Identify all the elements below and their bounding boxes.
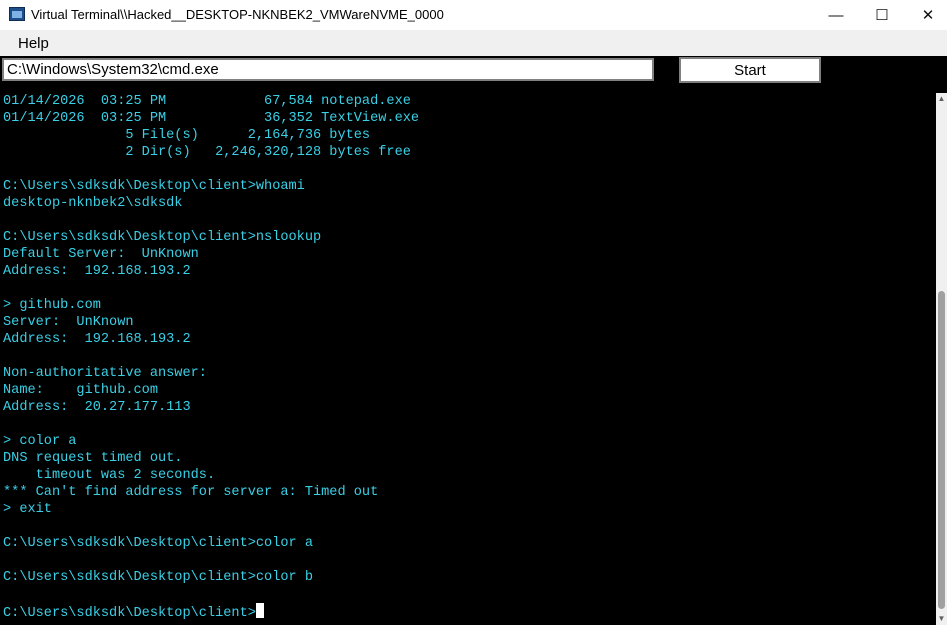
- terminal-app-icon: [9, 7, 25, 21]
- terminal-line-text: Address: 20.27.177.113: [3, 400, 191, 415]
- terminal-line: desktop-nknbek2\sdksdk: [3, 195, 419, 212]
- terminal-line: > exit: [3, 501, 419, 518]
- terminal-line-text: Address: 192.168.193.2: [3, 264, 191, 279]
- terminal-line-text: C:\Users\sdksdk\Desktop\client>: [3, 606, 256, 621]
- minimize-button[interactable]: —: [813, 0, 859, 30]
- terminal-line-text: C:\Users\sdksdk\Desktop\client>nslookup: [3, 230, 322, 245]
- scroll-down-arrow-icon[interactable]: ▼: [936, 613, 947, 625]
- terminal-output[interactable]: 01/14/2026 03:25 PM 67,584 notepad.exe 01…: [0, 93, 936, 625]
- terminal-line-text: 01/14/2026 03:25 PM 67,584 notepad.exe: [3, 94, 411, 109]
- minimize-icon: —: [828, 6, 844, 24]
- terminal-line: C:\Users\sdksdk\Desktop\client>color a: [3, 535, 419, 552]
- terminal-line: *** Can't find address for server a: Tim…: [3, 484, 419, 501]
- scroll-thumb[interactable]: [938, 291, 945, 609]
- title-bar: Virtual Terminal\\Hacked__DESKTOP-NKNBEK…: [0, 0, 947, 30]
- terminal-line: > github.com: [3, 297, 419, 314]
- text-cursor: [255, 603, 264, 618]
- terminal-line: Server: UnKnown: [3, 314, 419, 331]
- terminal-scrollbar[interactable]: ▲ ▼: [936, 93, 947, 625]
- terminal-line-text: Name: github.com: [3, 383, 158, 398]
- terminal-line-text: C:\Users\sdksdk\Desktop\client>color b: [3, 570, 313, 585]
- menu-help[interactable]: Help: [18, 35, 49, 52]
- terminal-line-text: Non-authoritative answer:: [3, 366, 207, 381]
- terminal-line: Address: 192.168.193.2: [3, 263, 419, 280]
- terminal-line: Address: 20.27.177.113: [3, 399, 419, 416]
- terminal-line-text: timeout was 2 seconds.: [3, 468, 216, 483]
- terminal-line-text: DNS request timed out.: [3, 451, 183, 466]
- terminal-line: C:\Users\sdksdk\Desktop\client>: [3, 603, 419, 621]
- terminal-line: Address: 192.168.193.2: [3, 331, 419, 348]
- terminal-line: 01/14/2026 03:25 PM 36,352 TextView.exe: [3, 110, 419, 127]
- terminal-text: 01/14/2026 03:25 PM 67,584 notepad.exe 01…: [3, 93, 419, 621]
- terminal-line-text: > exit: [3, 502, 52, 517]
- menu-bar: Help: [0, 30, 947, 56]
- scroll-up-arrow-icon[interactable]: ▲: [936, 93, 947, 105]
- maximize-button[interactable]: ☐: [859, 0, 905, 30]
- terminal-line-text: Default Server: UnKnown: [3, 247, 199, 262]
- close-icon: ✕: [921, 7, 935, 24]
- terminal-line-text: 2 Dir(s) 2,246,320,128 bytes free: [3, 145, 411, 160]
- terminal-line-text: 01/14/2026 03:25 PM 36,352 TextView.exe: [3, 111, 420, 126]
- terminal-line: DNS request timed out.: [3, 450, 419, 467]
- terminal-line: Non-authoritative answer:: [3, 365, 419, 382]
- terminal-line: C:\Users\sdksdk\Desktop\client>nslookup: [3, 229, 419, 246]
- terminal-line-text: C:\Users\sdksdk\Desktop\client>whoami: [3, 179, 305, 194]
- terminal-line: C:\Users\sdksdk\Desktop\client>whoami: [3, 178, 419, 195]
- terminal-line: 5 File(s) 2,164,736 bytes: [3, 127, 419, 144]
- command-path-input[interactable]: [2, 58, 654, 81]
- terminal-line-text: 5 File(s) 2,164,736 bytes: [3, 128, 371, 143]
- window-title: Virtual Terminal\\Hacked__DESKTOP-NKNBEK…: [31, 7, 444, 22]
- terminal-line-text: Server: UnKnown: [3, 315, 134, 330]
- terminal-line: Default Server: UnKnown: [3, 246, 419, 263]
- terminal-line: > color a: [3, 433, 419, 450]
- close-button[interactable]: ✕: [905, 0, 947, 30]
- terminal-line-text: Address: 192.168.193.2: [3, 332, 191, 347]
- terminal-line: Name: github.com: [3, 382, 419, 399]
- terminal-line-text: > github.com: [3, 298, 101, 313]
- terminal-line: C:\Users\sdksdk\Desktop\client>color b: [3, 569, 419, 586]
- maximize-icon: ☐: [875, 7, 889, 24]
- command-toolbar: Start: [0, 56, 947, 93]
- start-button[interactable]: Start: [679, 57, 821, 83]
- terminal-line: timeout was 2 seconds.: [3, 467, 419, 484]
- terminal-line-text: desktop-nknbek2\sdksdk: [3, 196, 183, 211]
- terminal-line-text: C:\Users\sdksdk\Desktop\client>color a: [3, 536, 313, 551]
- terminal-line: 01/14/2026 03:25 PM 67,584 notepad.exe: [3, 93, 419, 110]
- terminal-line-text: *** Can't find address for server a: Tim…: [3, 485, 379, 500]
- terminal-line-text: > color a: [3, 434, 77, 449]
- terminal-line: 2 Dir(s) 2,246,320,128 bytes free: [3, 144, 419, 161]
